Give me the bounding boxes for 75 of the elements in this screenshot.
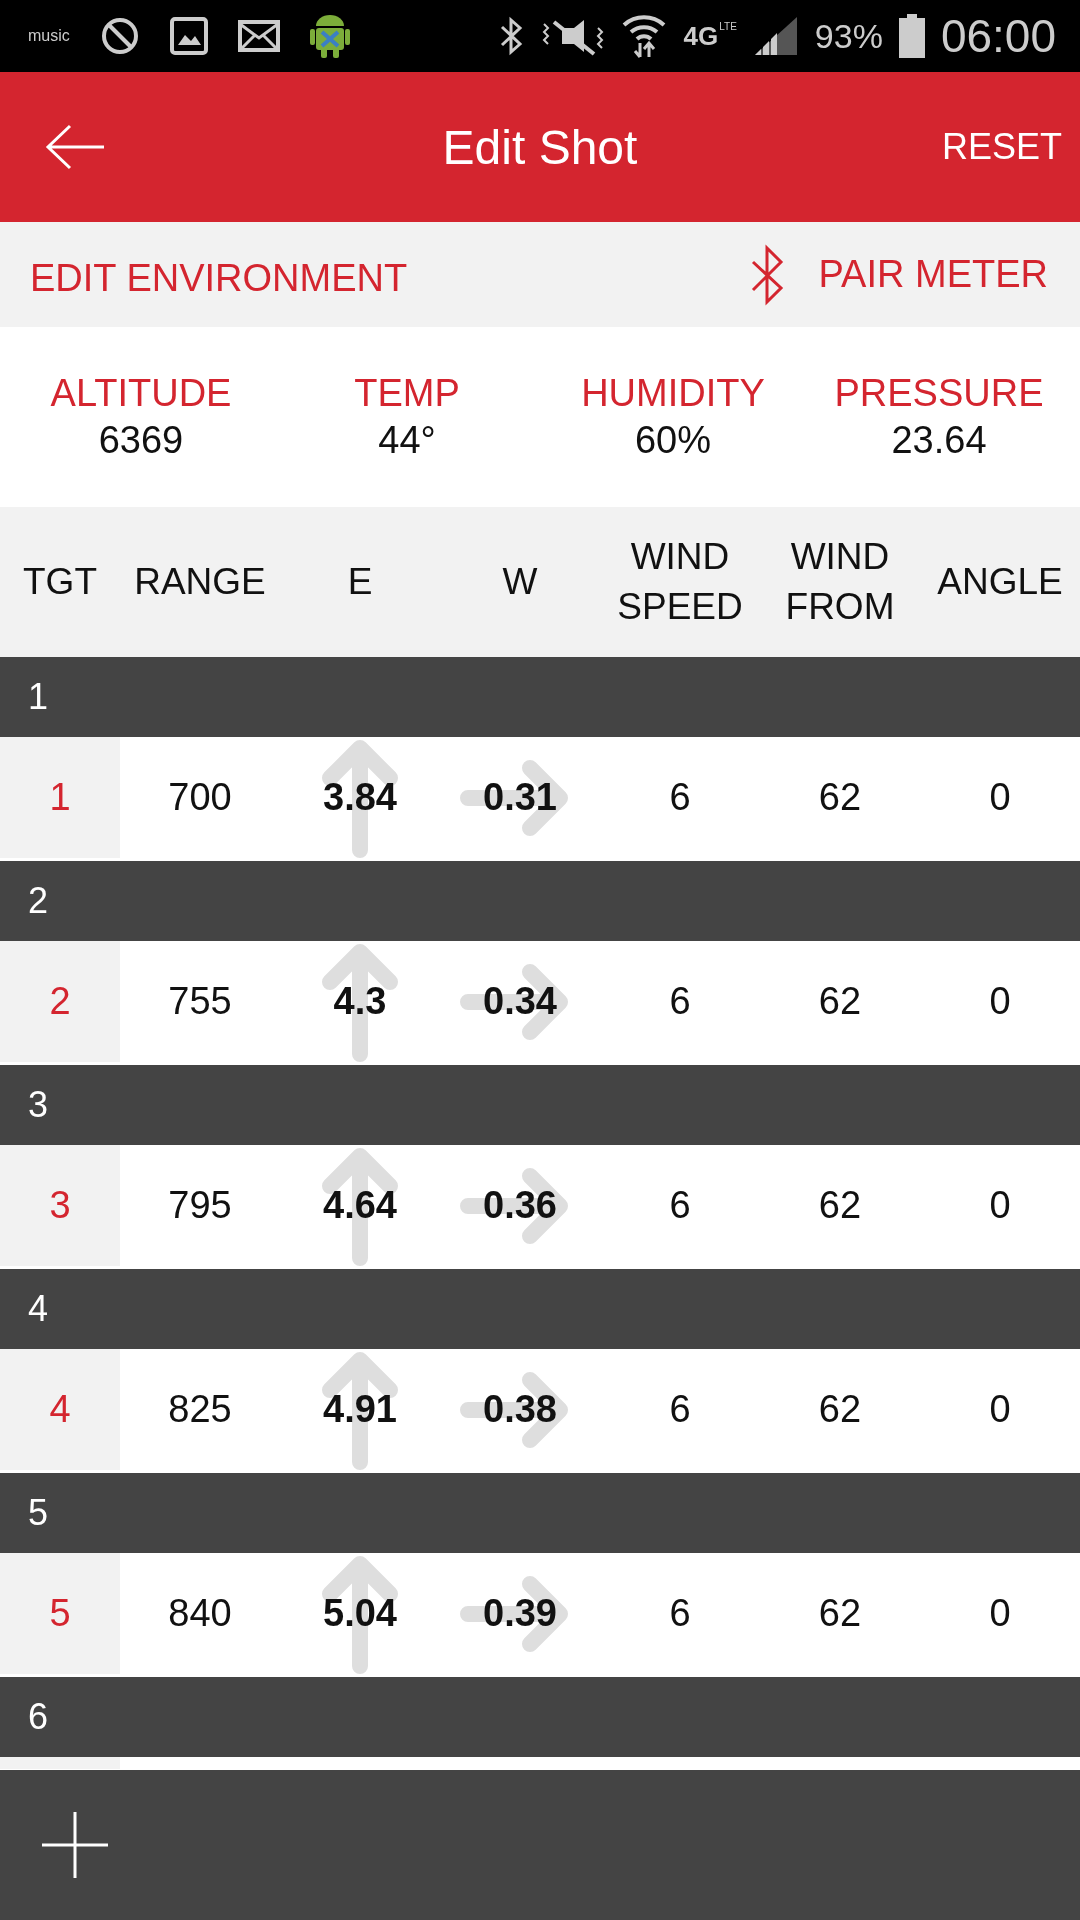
group-header[interactable]: 5 — [0, 1473, 1080, 1553]
field-value: 44° — [378, 419, 436, 462]
table-cell: 62 — [818, 1388, 862, 1431]
battery-percent: 93% — [814, 16, 883, 56]
field-label: TEMP — [354, 372, 460, 415]
column-header: RANGE — [133, 560, 267, 605]
pair-meter-button[interactable]: PAIR METER — [748, 243, 1050, 306]
field-label: PRESSURE — [834, 372, 1044, 415]
column-header: ANGLE — [936, 560, 1064, 605]
table-cell: 62 — [818, 1592, 862, 1635]
back-arrow-icon[interactable] — [44, 124, 106, 170]
group-header[interactable]: 2 — [0, 861, 1080, 941]
table-cell: 0 — [989, 980, 1011, 1023]
table-cell: 795 — [168, 1184, 232, 1227]
edit-environment-link[interactable]: EDIT ENVIRONMENT — [30, 249, 408, 300]
table-cell: 6 — [669, 980, 691, 1023]
table-cell: 62 — [818, 776, 862, 819]
column-header: TGT — [22, 560, 98, 605]
table-cell: 0.34 — [483, 980, 557, 1023]
table-cell: 6 — [669, 1184, 691, 1227]
target-number: 3 — [49, 1184, 71, 1227]
android-icon — [309, 14, 350, 58]
table-cell: 6 — [669, 1388, 691, 1431]
column-header: WIND FROM — [784, 535, 896, 629]
mail-icon — [237, 20, 280, 52]
table-cell: 0.36 — [483, 1184, 557, 1227]
music-label: music — [28, 27, 70, 45]
target-number: 5 — [49, 1592, 71, 1635]
table-cell: 825 — [168, 1388, 232, 1431]
target-number: 4 — [49, 1388, 71, 1431]
up-arrow-icon — [320, 1553, 400, 1674]
add-icon[interactable] — [42, 1812, 108, 1878]
group-header[interactable]: 4 — [0, 1269, 1080, 1349]
column-header: W — [501, 560, 539, 605]
column-header: E — [346, 560, 374, 605]
table-cell: 0 — [989, 1388, 1011, 1431]
table-cell: 0 — [989, 1592, 1011, 1635]
table-cell: 4.64 — [323, 1184, 397, 1227]
up-arrow-icon — [320, 737, 400, 858]
table-cell: 0 — [989, 776, 1011, 819]
field-label: HUMIDITY — [581, 372, 765, 415]
table-cell: 62 — [818, 1184, 862, 1227]
table-cell: 3.84 — [323, 776, 397, 819]
target-number: 1 — [49, 776, 71, 819]
group-header[interactable]: 1 — [0, 657, 1080, 737]
table-cell: 755 — [168, 980, 232, 1023]
field-value: 6369 — [98, 419, 184, 462]
clock-time: 06:00 — [940, 9, 1056, 63]
column-header: WIND SPEED — [616, 535, 744, 629]
table-cell: 0.31 — [483, 776, 557, 819]
field-label: ALTITUDE — [50, 372, 232, 415]
table-cell: 0.39 — [483, 1592, 557, 1635]
reset-button[interactable]: RESET — [941, 118, 1062, 176]
up-arrow-icon — [320, 1349, 400, 1470]
table-cell: 6 — [669, 776, 691, 819]
table-cell: 0 — [989, 1184, 1011, 1227]
table-cell: 5.04 — [323, 1592, 397, 1635]
field-value: 60% — [634, 419, 712, 462]
table-cell: 4.91 — [323, 1388, 397, 1431]
field-value: 23.64 — [891, 419, 987, 462]
table-cell: 700 — [168, 776, 232, 819]
table-cell: 4.3 — [333, 980, 387, 1023]
table-cell: 6 — [669, 1592, 691, 1635]
up-arrow-icon — [320, 941, 400, 1062]
up-arrow-icon — [320, 1145, 400, 1266]
table-cell: 62 — [818, 980, 862, 1023]
blocked-icon — [99, 16, 140, 56]
table-cell: 0.38 — [483, 1388, 557, 1431]
battery-icon — [898, 14, 925, 58]
table-cell: 840 — [168, 1592, 232, 1635]
screen-title: Edit Shot — [442, 119, 638, 175]
target-number: 2 — [49, 980, 71, 1023]
image-icon — [169, 17, 208, 55]
group-header[interactable]: 6 — [0, 1677, 1080, 1757]
group-header[interactable]: 3 — [0, 1065, 1080, 1145]
